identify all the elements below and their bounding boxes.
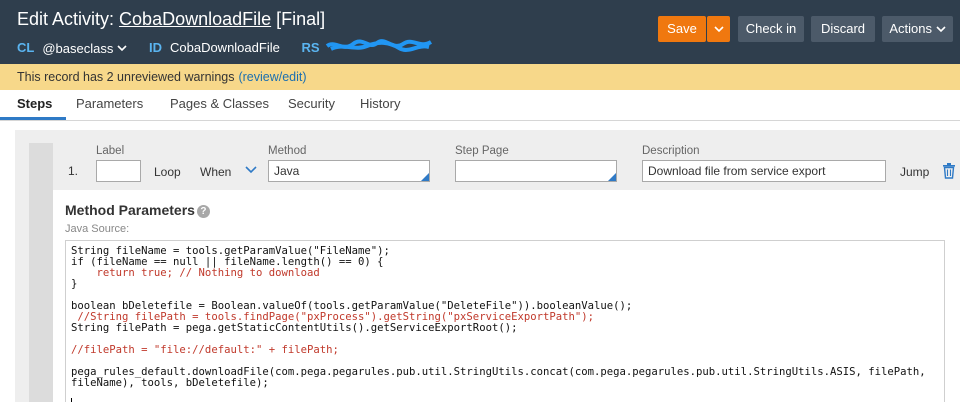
actions-label: Actions [889, 21, 932, 36]
java-source-editor[interactable]: String fileName = tools.getParamValue("F… [65, 240, 945, 402]
chevron-down-icon [936, 21, 946, 36]
java-source-label: Java Source: [65, 223, 130, 235]
step-page-column-header: Step Page [455, 145, 509, 157]
tab-history[interactable]: History [360, 96, 400, 111]
check-in-button[interactable]: Check in [738, 16, 804, 42]
method-parameters-title: Method Parameters? [65, 202, 210, 218]
warnings-bar: This record has 2 unreviewed warnings (re… [0, 64, 960, 90]
autocomplete-corner-icon [608, 173, 616, 181]
jump-link[interactable]: Jump [900, 165, 929, 179]
redacted-ruleset-scribble [325, 38, 435, 57]
tab-security[interactable]: Security [288, 96, 335, 111]
method-value: Java [274, 164, 300, 178]
autocomplete-corner-icon [421, 173, 429, 181]
code-line: String filePath = pega.getStaticContentU… [71, 322, 518, 334]
step-number: 1. [68, 164, 79, 178]
step-label-input[interactable] [96, 160, 141, 182]
review-edit-link[interactable]: (review/edit) [238, 70, 306, 84]
code-line: return true; // Nothing to download [71, 267, 320, 279]
chevron-down-icon[interactable] [245, 162, 257, 177]
help-icon[interactable]: ? [196, 205, 210, 218]
class-selector[interactable]: @baseclass [42, 39, 127, 56]
chevron-down-icon [117, 41, 127, 55]
tab-steps[interactable]: Steps [17, 96, 52, 111]
title-prefix: Edit Activity: [17, 9, 120, 29]
trash-icon[interactable] [942, 163, 956, 179]
method-input[interactable]: Java [268, 160, 430, 182]
id-key-label: ID [148, 40, 162, 55]
method-column-header: Method [268, 145, 307, 157]
rule-metadata: CL @baseclass ID CobaDownloadFile RS [17, 38, 435, 56]
code-line: } [71, 278, 78, 290]
when-link[interactable]: When [200, 165, 231, 179]
save-options-button[interactable] [707, 16, 730, 42]
ruleset-key-label: RS [301, 40, 320, 55]
rule-name-link[interactable]: CobaDownloadFile [119, 9, 271, 29]
class-value: @baseclass [42, 40, 114, 56]
step-page-input[interactable] [455, 160, 617, 182]
actions-button[interactable]: Actions [882, 16, 953, 42]
rule-form-header: Edit Activity: CobaDownloadFile [Final] … [0, 0, 960, 64]
save-button[interactable]: Save [658, 16, 706, 42]
code-line: //filePath = "file://default:" + filePat… [71, 344, 339, 356]
id-value: CobaDownloadFile [169, 40, 280, 55]
page-title: Edit Activity: CobaDownloadFile [Final] [17, 9, 325, 30]
tab-parameters[interactable]: Parameters [76, 96, 143, 111]
warnings-text: This record has 2 unreviewed warnings [17, 70, 235, 84]
text-cursor [71, 398, 72, 402]
discard-button[interactable]: Discard [811, 16, 875, 42]
description-input[interactable]: Download file from service export [642, 160, 886, 182]
title-suffix: [Final] [271, 9, 326, 29]
class-key-label: CL [17, 40, 35, 55]
code-line: fileName), tools, bDeletefile); [71, 377, 269, 389]
tab-pages-classes[interactable]: Pages & Classes [170, 96, 269, 111]
step-gutter [29, 143, 53, 402]
label-column-header: Label [96, 145, 125, 157]
active-tab-indicator [0, 117, 66, 120]
description-column-header: Description [642, 145, 700, 157]
loop-link[interactable]: Loop [154, 165, 181, 179]
rule-tabs: Steps Parameters Pages & Classes Securit… [0, 90, 960, 121]
method-parameters-label: Method Parameters [65, 202, 195, 218]
chevron-down-icon [713, 22, 724, 36]
